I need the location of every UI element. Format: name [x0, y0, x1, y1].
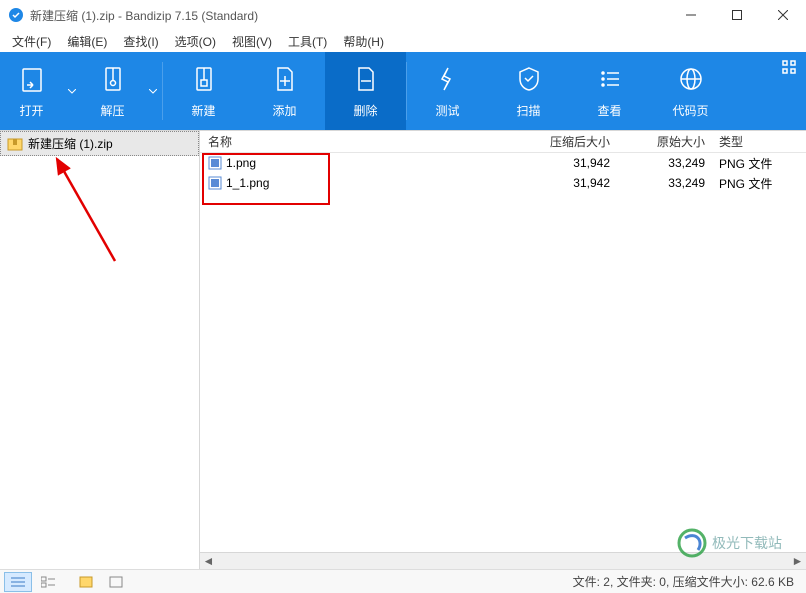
status-view-icons [0, 572, 134, 592]
delete-icon [351, 64, 381, 94]
view-tiles-icon[interactable] [102, 572, 130, 592]
file-name: 1.png [226, 156, 256, 170]
view-list-icon[interactable] [34, 572, 62, 592]
toolbar-overflow[interactable] [782, 60, 796, 77]
toolbar: 打开 解压 新建 添加 删除 测试 [0, 52, 806, 130]
column-headers: 名称 压缩后大小 原始大小 类型 [200, 131, 806, 153]
menu-bar: 文件(F) 编辑(E) 查找(I) 选项(O) 视图(V) 工具(T) 帮助(H… [0, 30, 806, 52]
toolbar-open-dropdown[interactable] [63, 52, 81, 130]
new-icon [189, 64, 219, 94]
title-bar: 新建压缩 (1).zip - Bandizip 7.15 (Standard) [0, 0, 806, 30]
toolbar-scan[interactable]: 扫描 [488, 52, 569, 130]
menu-file[interactable]: 文件(F) [4, 31, 59, 52]
col-name[interactable]: 名称 [200, 133, 510, 150]
tree-root-item[interactable]: 新建压缩 (1).zip [0, 131, 199, 156]
toolbar-open[interactable]: 打开 [0, 52, 63, 130]
maximize-button[interactable] [714, 0, 760, 30]
file-original: 33,249 [620, 176, 715, 190]
scan-icon [514, 64, 544, 94]
toolbar-codepage[interactable]: 代码页 [650, 52, 731, 130]
file-compressed: 31,942 [510, 156, 620, 170]
app-icon [8, 7, 24, 23]
svg-text:极光下载站: 极光下载站 [712, 536, 782, 552]
col-compressed[interactable]: 压缩后大小 [510, 133, 620, 150]
col-original[interactable]: 原始大小 [620, 133, 715, 150]
menu-options[interactable]: 选项(O) [167, 31, 224, 52]
toolbar-new[interactable]: 新建 [163, 52, 244, 130]
view-icon [595, 64, 625, 94]
file-compressed: 31,942 [510, 176, 620, 190]
scroll-left-button[interactable]: ◄ [200, 553, 217, 570]
file-row[interactable]: 1_1.png 31,942 33,249 PNG 文件 [200, 173, 806, 193]
file-type: PNG 文件 [715, 155, 785, 172]
sidebar: 新建压缩 (1).zip [0, 131, 200, 569]
view-thumbnails-icon[interactable] [72, 572, 100, 592]
file-type: PNG 文件 [715, 175, 785, 192]
file-name: 1_1.png [226, 176, 269, 190]
test-icon [433, 64, 463, 94]
window-title: 新建压缩 (1).zip - Bandizip 7.15 (Standard) [30, 7, 668, 24]
toolbar-test[interactable]: 测试 [407, 52, 488, 130]
col-type[interactable]: 类型 [715, 133, 785, 150]
open-icon [17, 64, 47, 94]
png-file-icon [208, 156, 222, 170]
file-original: 33,249 [620, 156, 715, 170]
menu-edit[interactable]: 编辑(E) [59, 31, 115, 52]
add-icon [270, 64, 300, 94]
file-row[interactable]: 1.png 31,942 33,249 PNG 文件 [200, 153, 806, 173]
codepage-icon [676, 64, 706, 94]
main-area: 新建压缩 (1).zip 名称 压缩后大小 原始大小 类型 1.png 31,9… [0, 130, 806, 569]
status-text: 文件: 2, 文件夹: 0, 压缩文件大小: 62.6 KB [573, 573, 806, 590]
tree-root-label: 新建压缩 (1).zip [28, 135, 113, 152]
archive-icon [7, 136, 23, 152]
toolbar-delete[interactable]: 删除 [325, 52, 406, 130]
menu-help[interactable]: 帮助(H) [335, 31, 392, 52]
png-file-icon [208, 176, 222, 190]
menu-tools[interactable]: 工具(T) [280, 31, 335, 52]
window-controls [668, 0, 806, 30]
view-details-icon[interactable] [4, 572, 32, 592]
close-button[interactable] [760, 0, 806, 30]
file-list: 名称 压缩后大小 原始大小 类型 1.png 31,942 33,249 PNG… [200, 131, 806, 569]
toolbar-add[interactable]: 添加 [244, 52, 325, 130]
minimize-button[interactable] [668, 0, 714, 30]
toolbar-extract-dropdown[interactable] [144, 52, 162, 130]
extract-icon [98, 64, 128, 94]
annotation-arrow [45, 151, 125, 271]
watermark: 极光下载站 [676, 526, 796, 563]
toolbar-view[interactable]: 查看 [569, 52, 650, 130]
menu-find[interactable]: 查找(I) [115, 31, 166, 52]
toolbar-extract[interactable]: 解压 [81, 52, 144, 130]
status-bar: 文件: 2, 文件夹: 0, 压缩文件大小: 62.6 KB [0, 569, 806, 593]
menu-view[interactable]: 视图(V) [224, 31, 280, 52]
